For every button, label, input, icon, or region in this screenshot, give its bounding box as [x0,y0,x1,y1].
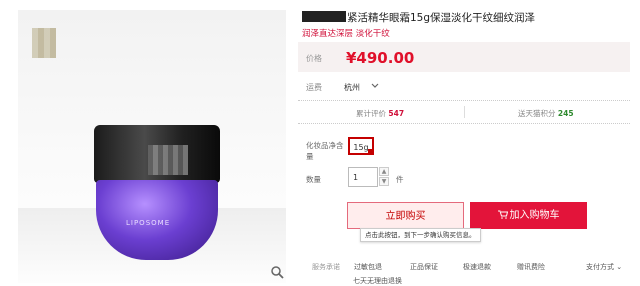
reviews-count: 547 [388,109,405,118]
selected-check-icon [368,149,374,155]
dropdown-arrow-icon[interactable] [371,83,379,89]
product-title: 紧活精华眼霜15g保湿淡化干纹细纹润泽 [302,10,535,25]
service-item[interactable]: 赠讯费险 [517,262,545,272]
service-item[interactable]: 正品保证 [410,262,438,272]
spec-label: 化妆品净含量 [306,141,344,161]
watermark-mask [32,28,56,58]
service-sub-item[interactable]: 七天无理由退换 [353,276,402,286]
zoom-icon[interactable] [270,265,284,279]
title-redaction [302,11,346,22]
price-panel: 价格 ¥490.00 [298,42,630,72]
product-subtitle: 润泽直达深层 淡化干纹 [302,29,390,39]
chevron-down-icon: ⌄ [616,263,623,271]
quantity-increase-button[interactable]: ▲ [379,167,389,176]
payment-label: 支付方式 [586,263,614,271]
quantity-decrease-button[interactable]: ▼ [379,177,389,186]
quantity-unit: 件 [396,175,404,184]
stats-bar: 累计评价 547 送天猫积分 245 [298,100,630,124]
points-label: 送天猫积分 [518,109,556,118]
shipping-destination[interactable]: 杭州 [344,82,360,93]
service-item[interactable]: 过敏包退 [354,262,382,272]
product-gallery: LIPOSOME [0,0,290,283]
points-stat: 送天猫积分 245 [518,108,574,119]
stats-divider [464,106,465,118]
buy-tooltip: 点击此按钮，到下一步确认购买信息。 [360,228,481,242]
cap-logo-mask [148,145,188,175]
cart-icon [497,210,508,219]
quantity-input[interactable] [348,167,378,187]
add-to-cart-label: 加入购物车 [509,210,560,221]
reviews-label: 累计评价 [356,109,386,118]
price-label: 价格 [306,54,322,63]
add-to-cart-button[interactable]: 加入购物车 [470,202,587,229]
payment-methods[interactable]: 支付方式 ⌄ [586,262,622,272]
jar-brand-text: LIPOSOME [126,219,171,227]
buy-now-button[interactable]: 立即购买 [347,202,464,229]
points-value: 245 [557,109,574,118]
shipping-label: 运费 [306,83,322,92]
product-title-text: 紧活精华眼霜15g保湿淡化干纹细纹润泽 [347,12,536,24]
service-label: 服务承诺 [312,263,340,271]
reviews-stat[interactable]: 累计评价 547 [356,108,404,119]
price-value: ¥490.00 [346,49,415,67]
product-photo[interactable]: LIPOSOME [18,10,286,283]
quantity-label: 数量 [306,175,321,184]
service-item[interactable]: 极速退款 [463,262,491,272]
